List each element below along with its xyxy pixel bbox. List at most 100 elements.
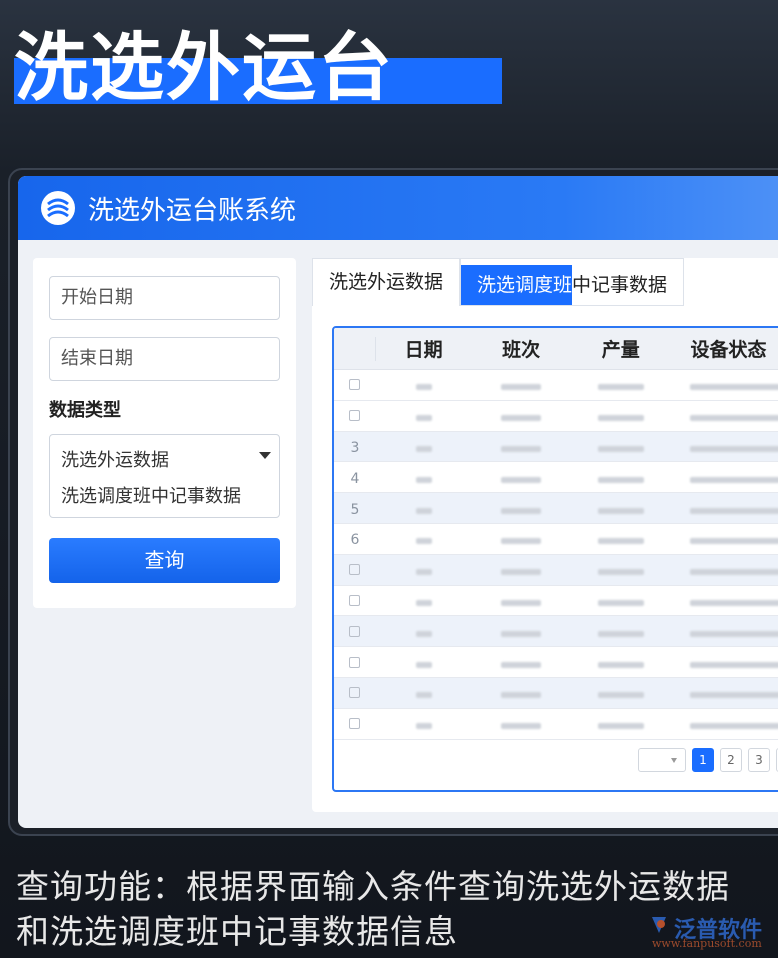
blurred-cell (597, 723, 644, 730)
blurred-cell (690, 661, 778, 668)
blurred-cell (690, 415, 778, 422)
col-date[interactable]: 日期 (376, 335, 472, 362)
table-row[interactable] (334, 677, 778, 709)
table-row[interactable] (334, 370, 778, 401)
end-date-input[interactable]: 结束日期 (49, 337, 280, 381)
app-logo-icon (41, 191, 75, 225)
row-checkbox[interactable] (349, 410, 361, 422)
page-3[interactable]: 3 (748, 748, 770, 772)
start-date-input[interactable]: 开始日期 (49, 276, 280, 320)
page-1[interactable]: 1 (692, 748, 714, 772)
row-number: 5 (350, 501, 360, 518)
blurred-cell (415, 445, 432, 452)
table-row[interactable] (334, 401, 778, 432)
data-type-select[interactable]: 洗选外运数据 洗选调度班中记事数据 (49, 434, 280, 518)
blurred-cell (415, 507, 432, 514)
caption-line-2: 和洗选调度班中记事数据信息 (16, 912, 458, 951)
row-checkbox[interactable] (349, 564, 361, 576)
results-panel: 洗选外运数据 洗选调度班中记事数据 日期 班次 产量 设备状态 3 4 5 6 1 2… (312, 258, 778, 812)
row-checkbox[interactable] (349, 379, 361, 391)
blurred-cell (597, 630, 644, 637)
blurred-cell (415, 692, 432, 699)
watermark-url: www.fanpusoft.com (652, 937, 762, 950)
query-button[interactable]: 查询 (49, 538, 280, 583)
blurred-cell (690, 445, 778, 452)
row-checkbox[interactable] (349, 687, 361, 699)
blurred-cell (501, 723, 542, 730)
hero-title: 洗选外运台 (14, 25, 394, 111)
brand-logo-icon (652, 917, 666, 933)
blurred-cell (690, 384, 778, 391)
blurred-cell (690, 723, 778, 730)
blurred-cell (690, 599, 778, 606)
blurred-cell (597, 661, 644, 668)
option-outbound[interactable]: 洗选外运数据 (61, 443, 268, 479)
table-row[interactable] (334, 647, 778, 678)
table-row[interactable]: 4 (334, 462, 778, 494)
col-output[interactable]: 产量 (571, 335, 671, 362)
caption-line-1: 查询功能：根据界面输入条件查询洗选外运数据 (16, 867, 730, 906)
table-header: 日期 班次 产量 设备状态 (334, 328, 778, 370)
blurred-cell (501, 538, 542, 545)
option-dispatch[interactable]: 洗选调度班中记事数据 (61, 479, 268, 515)
blurred-cell (690, 507, 778, 514)
blurred-cell (501, 384, 542, 391)
blurred-cell (415, 569, 432, 576)
blurred-cell (501, 445, 542, 452)
tab-outbound-data[interactable]: 洗选外运数据 (312, 258, 461, 306)
blurred-cell (690, 630, 778, 637)
row-checkbox[interactable] (349, 625, 361, 637)
blurred-cell (690, 476, 778, 483)
row-number: 4 (350, 470, 360, 487)
blurred-cell (415, 384, 432, 391)
blurred-cell (597, 415, 644, 422)
app-title: 洗选外运台账系统 (88, 195, 297, 226)
query-panel: 开始日期 结束日期 数据类型 洗选外运数据 洗选调度班中记事数据 查询 (33, 258, 296, 608)
app-header: 洗选外运台账系统 (18, 176, 778, 240)
blurred-cell (501, 661, 542, 668)
tab-dispatch-notes[interactable]: 洗选调度班中记事数据 (460, 258, 685, 306)
blurred-cell (501, 476, 542, 483)
data-type-label: 数据类型 (49, 400, 121, 421)
blurred-cell (597, 445, 644, 452)
tab-label-part: 中记事数据 (572, 274, 668, 296)
blurred-cell (597, 569, 644, 576)
blurred-cell (690, 569, 778, 576)
table-row[interactable] (334, 616, 778, 648)
col-shift[interactable]: 班次 (471, 335, 571, 362)
tab-label-part: 洗选调度班 (461, 265, 573, 305)
blurred-cell (415, 415, 432, 422)
blurred-cell (597, 538, 644, 545)
table-row[interactable] (334, 554, 778, 586)
blurred-cell (415, 599, 432, 606)
blurred-cell (415, 538, 432, 545)
blurred-cell (690, 692, 778, 699)
row-checkbox[interactable] (349, 594, 361, 606)
table-row[interactable] (334, 586, 778, 617)
table-row[interactable]: 6 (334, 524, 778, 555)
blurred-cell (597, 476, 644, 483)
blurred-cell (597, 507, 644, 514)
table-row[interactable]: 3 (334, 431, 778, 463)
caption: 查询功能：根据界面输入条件查询洗选外运数据 和洗选调度班中记事数据信息 (16, 864, 730, 954)
page-size-select[interactable] (638, 748, 686, 772)
row-number: 3 (350, 439, 360, 456)
blurred-cell (597, 692, 644, 699)
row-checkbox[interactable] (349, 718, 361, 730)
pagination: 1 2 3 (334, 730, 778, 790)
table-row[interactable]: 5 (334, 493, 778, 524)
blurred-cell (501, 415, 542, 422)
blurred-cell (501, 569, 542, 576)
blurred-cell (415, 661, 432, 668)
select-all-cell[interactable] (334, 336, 376, 361)
blurred-cell (501, 507, 542, 514)
blurred-cell (501, 630, 542, 637)
page-2[interactable]: 2 (720, 748, 742, 772)
blurred-cell (415, 723, 432, 730)
blurred-cell (501, 692, 542, 699)
chevron-down-icon (259, 452, 271, 459)
blurred-cell (597, 384, 644, 391)
row-checkbox[interactable] (349, 656, 361, 668)
col-equipment-status[interactable]: 设备状态 (670, 335, 778, 362)
blurred-cell (415, 476, 432, 483)
